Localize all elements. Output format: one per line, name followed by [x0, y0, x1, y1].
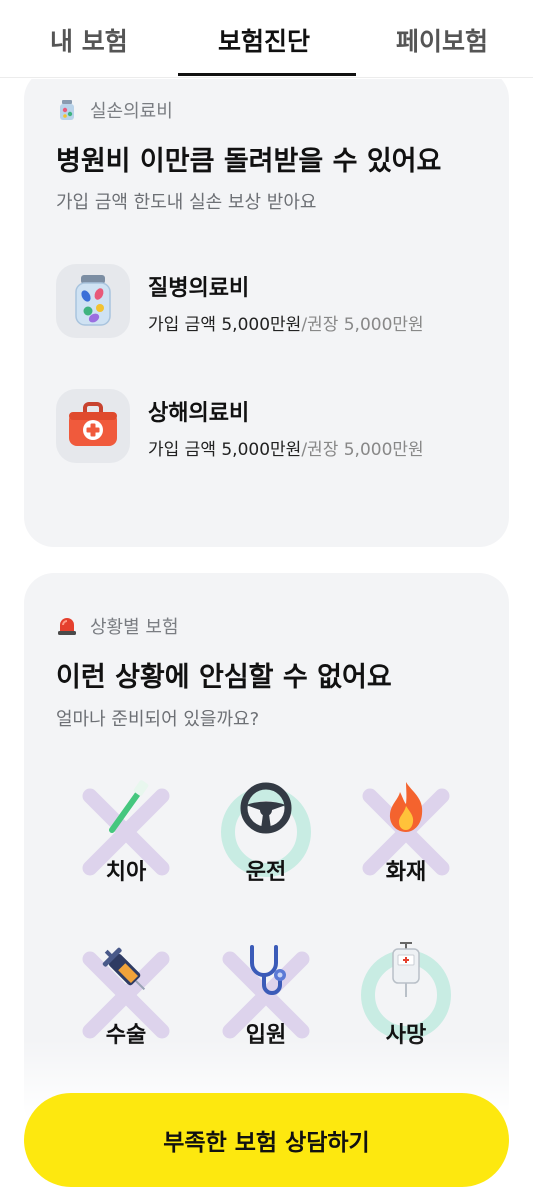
coverage-name: 상해의료비 [148, 401, 250, 426]
situation-item-driving[interactable]: 운전 [206, 778, 326, 908]
recommended-amount: /권장 5,000만원 [301, 440, 424, 460]
steering-wheel-icon [240, 782, 292, 834]
pill-bottle-icon [56, 264, 130, 338]
situation-card-title: 이런 상황에 안심할 수 없어요 [56, 662, 392, 693]
medical-expense-card: 실손의료비 병원비 이만큼 돌려받을 수 있어요 가입 금액 한도내 실손 보상… [24, 79, 509, 547]
fire-icon [389, 782, 423, 832]
situation-card-eyebrow: 상황별 보험 [56, 613, 179, 639]
coverage-amount: 가입 금액 5,000만원/권장 5,000만원 [148, 310, 424, 335]
medical-card-eyebrow-label: 실손의료비 [90, 101, 173, 122]
tab-my-insurance[interactable]: 내 보험 [50, 22, 128, 58]
medicine-bottle-icon [56, 99, 78, 121]
syringe-icon [102, 947, 146, 991]
stethoscope-icon [250, 945, 286, 995]
situation-item-dental[interactable]: 치아 [66, 778, 186, 908]
situation-item-fire[interactable]: 화재 [346, 778, 466, 908]
situation-label: 치아 [105, 860, 147, 885]
medical-card-subtitle: 가입 금액 한도내 실손 보상 받아요 [56, 192, 317, 213]
coverage-amount: 가입 금액 5,000만원/권장 5,000만원 [148, 435, 424, 460]
consult-insufficient-insurance-button[interactable]: 부족한 보험 상담하기 [24, 1093, 509, 1187]
content-scroll-area[interactable]: 실손의료비 병원비 이만큼 돌려받을 수 있어요 가입 금액 한도내 실손 보상… [0, 79, 533, 1200]
situation-card-subtitle: 얼마나 준비되어 있을까요? [56, 709, 260, 730]
coverage-row-injury[interactable]: 상해의료비 가입 금액 5,000만원/권장 5,000만원 [56, 389, 486, 469]
coverage-row-disease[interactable]: 질병의료비 가입 금액 5,000만원/권장 5,000만원 [56, 264, 486, 344]
situation-label: 운전 [245, 860, 287, 885]
active-tab-indicator [178, 73, 356, 76]
siren-icon [56, 615, 78, 637]
coverage-name: 질병의료비 [148, 276, 250, 301]
subscribed-amount: 가입 금액 5,000만원 [148, 315, 302, 335]
situation-label: 화재 [385, 860, 427, 885]
iv-bag-icon [392, 942, 420, 997]
top-tab-bar: 내 보험 보험진단 페이보험 [0, 0, 533, 78]
toothbrush-icon [109, 780, 149, 833]
subscribed-amount: 가입 금액 5,000만원 [148, 440, 302, 460]
medical-card-title: 병원비 이만큼 돌려받을 수 있어요 [56, 146, 442, 177]
first-aid-kit-icon [56, 389, 130, 463]
tab-insurance-diagnosis[interactable]: 보험진단 [218, 22, 310, 58]
tab-pay-insurance[interactable]: 페이보험 [396, 22, 488, 58]
medical-card-eyebrow: 실손의료비 [56, 97, 173, 123]
recommended-amount: /권장 5,000만원 [301, 315, 424, 335]
situation-card-eyebrow-label: 상황별 보험 [90, 617, 179, 638]
